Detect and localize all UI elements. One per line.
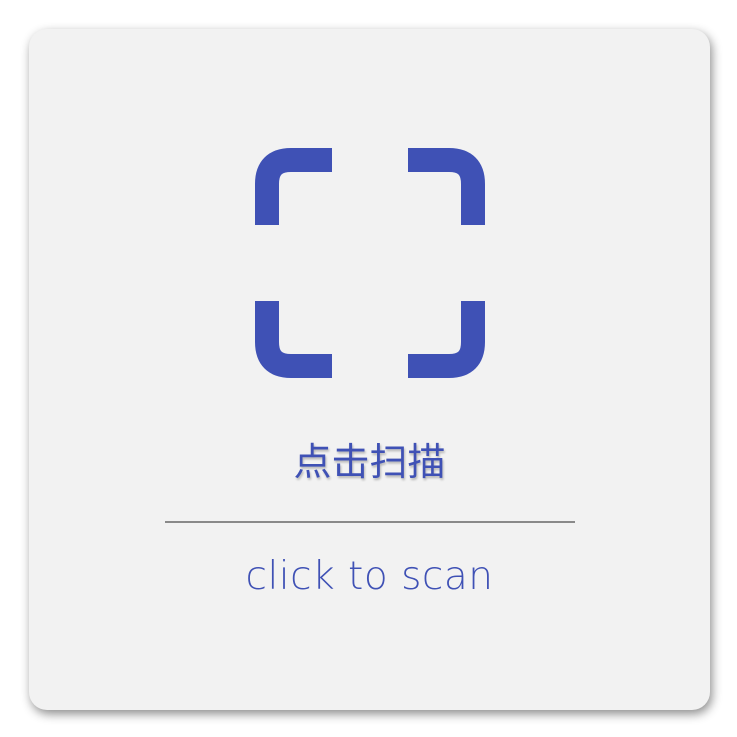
divider [165,521,575,523]
scan-subtitle: click to scan [245,554,494,599]
scan-frame-icon [255,148,485,378]
scan-title: 点击扫描 [293,440,446,484]
scan-button[interactable]: 点击扫描 click to scan [29,29,710,710]
